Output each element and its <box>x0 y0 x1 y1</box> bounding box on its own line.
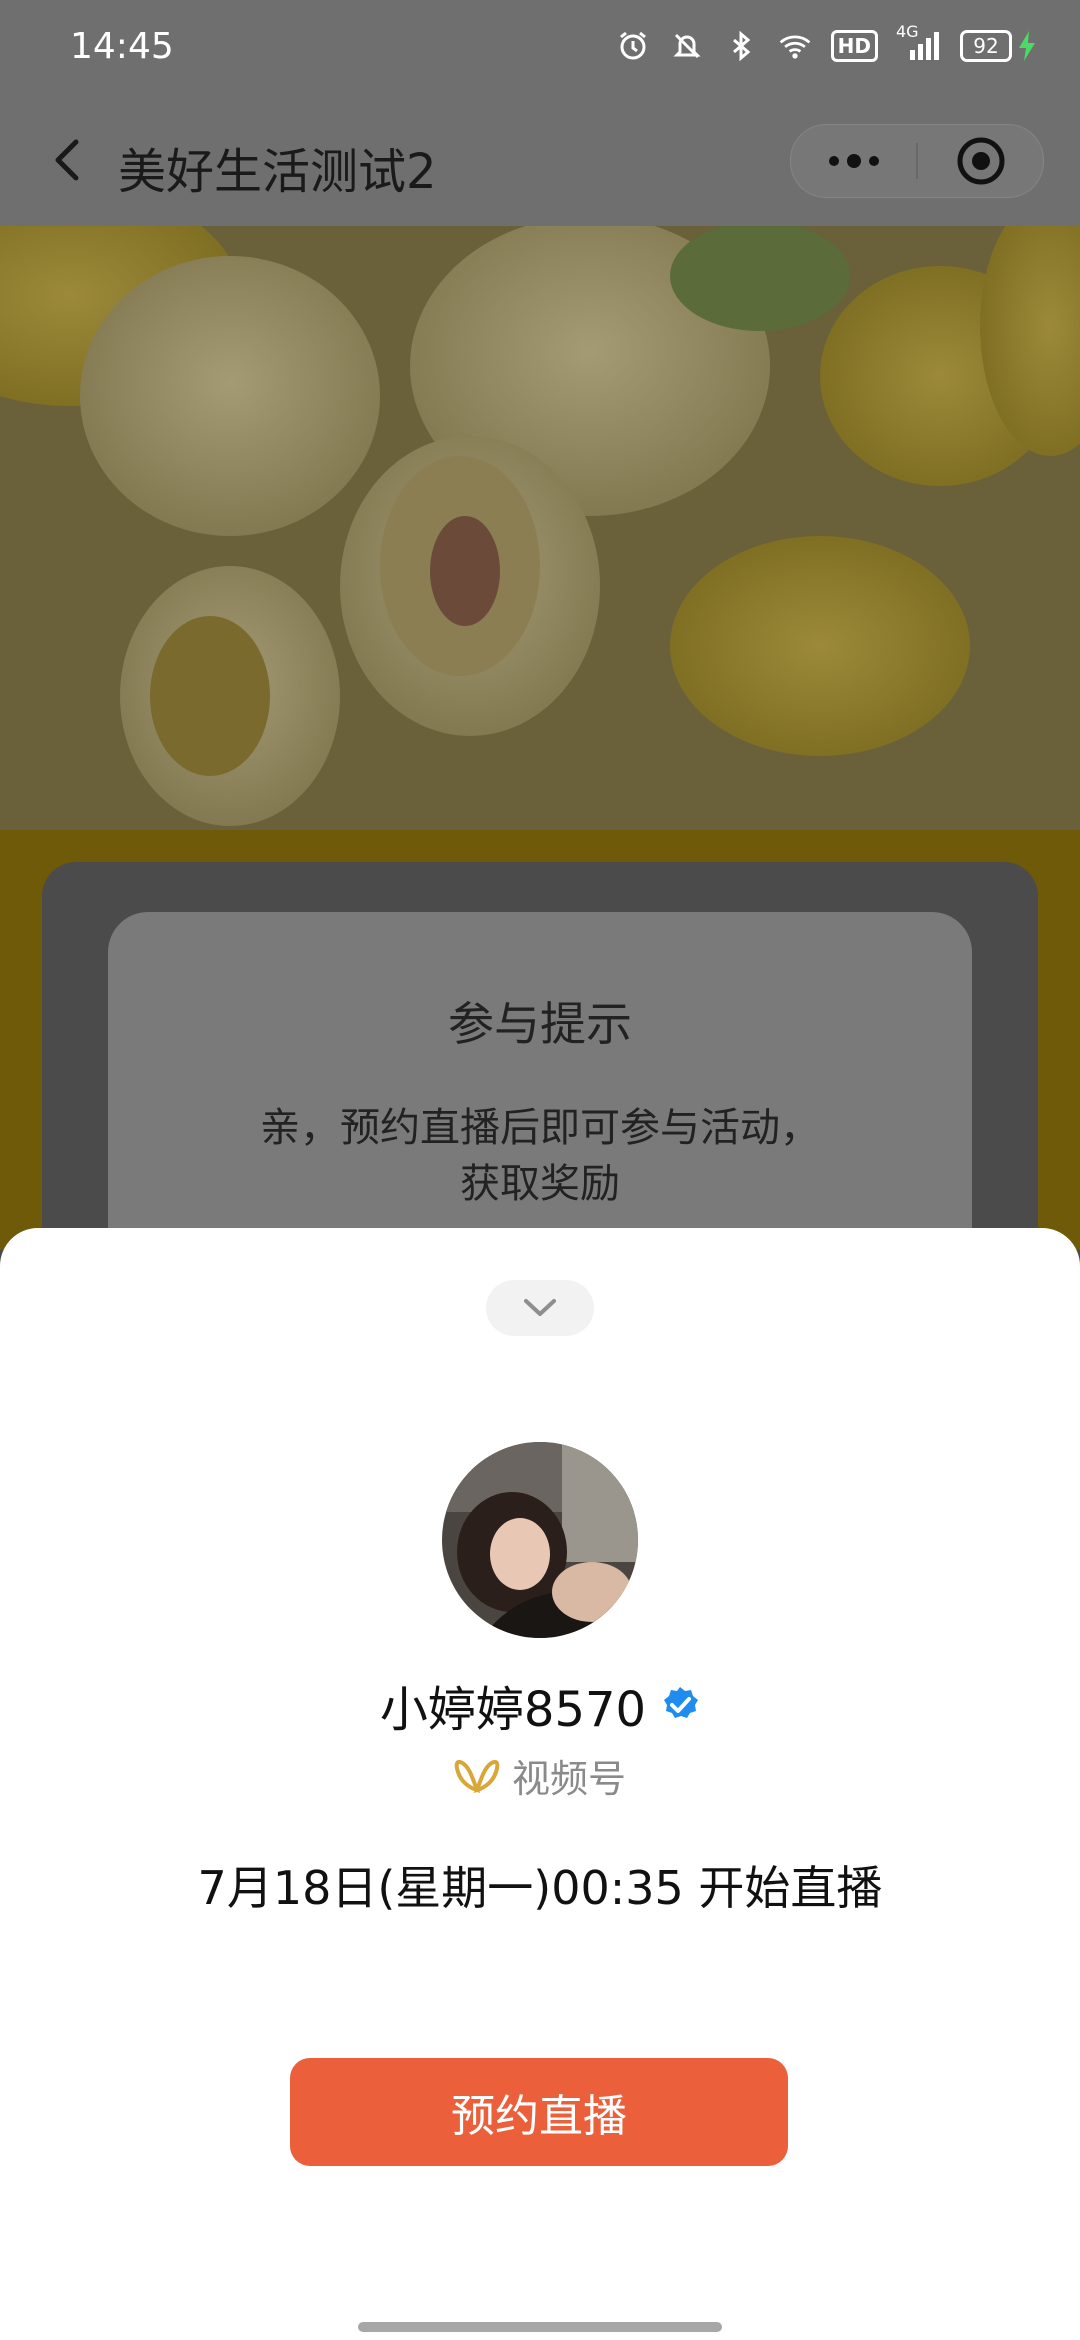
battery-level: 92 <box>960 30 1012 62</box>
bluetooth-icon <box>723 28 759 64</box>
live-schedule: 7月18日(星期一)00:35 开始直播 <box>197 1861 883 1915</box>
battery-icon: 92 <box>960 30 1036 62</box>
host-name: 小婷婷8570 <box>379 1682 647 1738</box>
alarm-icon <box>615 28 651 64</box>
miniprogram-capsule <box>790 124 1044 198</box>
page-title: 美好生活测试2 <box>118 144 437 200</box>
back-icon <box>55 139 79 181</box>
collapse-button[interactable] <box>486 1280 594 1336</box>
more-icon <box>828 154 879 168</box>
network-label: 4G <box>896 22 919 41</box>
back-button[interactable] <box>40 130 100 190</box>
nav-bar: 美好生活测试2 <box>0 96 1080 226</box>
chevron-down-icon <box>524 1299 556 1316</box>
home-indicator[interactable] <box>358 2322 722 2332</box>
host-name-row: 小婷婷8570 <box>0 1670 1080 1740</box>
banner-image <box>0 226 1080 830</box>
signal-icon: 4G <box>896 22 942 64</box>
status-time: 14:45 <box>70 26 174 67</box>
channels-butterfly-icon <box>454 1759 500 1793</box>
charging-icon <box>1019 31 1035 61</box>
close-miniprogram-button[interactable] <box>918 125 1043 197</box>
hd-icon: HD <box>830 30 878 62</box>
tip-line-2: 获取奖励 <box>460 1161 620 1207</box>
live-reservation-sheet: 小婷婷8570 视频号 7月18日(星期一)00:35 开始直播 预约直播 <box>0 1228 1080 2340</box>
tip-line-1: 亲，预约直播后即可参与活动， <box>260 1105 820 1151</box>
more-button[interactable] <box>791 125 916 197</box>
status-bar: 14:45 HD 4G 92 <box>0 0 1080 96</box>
channel-label: 视频号 <box>511 1757 626 1801</box>
tip-title: 参与提示 <box>448 997 632 1051</box>
close-target-icon <box>957 137 1004 185</box>
mute-icon <box>669 28 705 64</box>
reserve-live-button[interactable]: 预约直播 <box>290 2058 788 2166</box>
channel-row: 视频号 <box>0 1748 1080 1803</box>
tip-message: 亲，预约直播后即可参与活动， 获取奖励 <box>108 1100 972 1212</box>
status-icons: HD 4G 92 <box>615 22 1036 64</box>
verified-badge-icon <box>664 1687 699 1718</box>
host-avatar[interactable] <box>442 1442 638 1638</box>
wifi-icon <box>777 28 813 64</box>
